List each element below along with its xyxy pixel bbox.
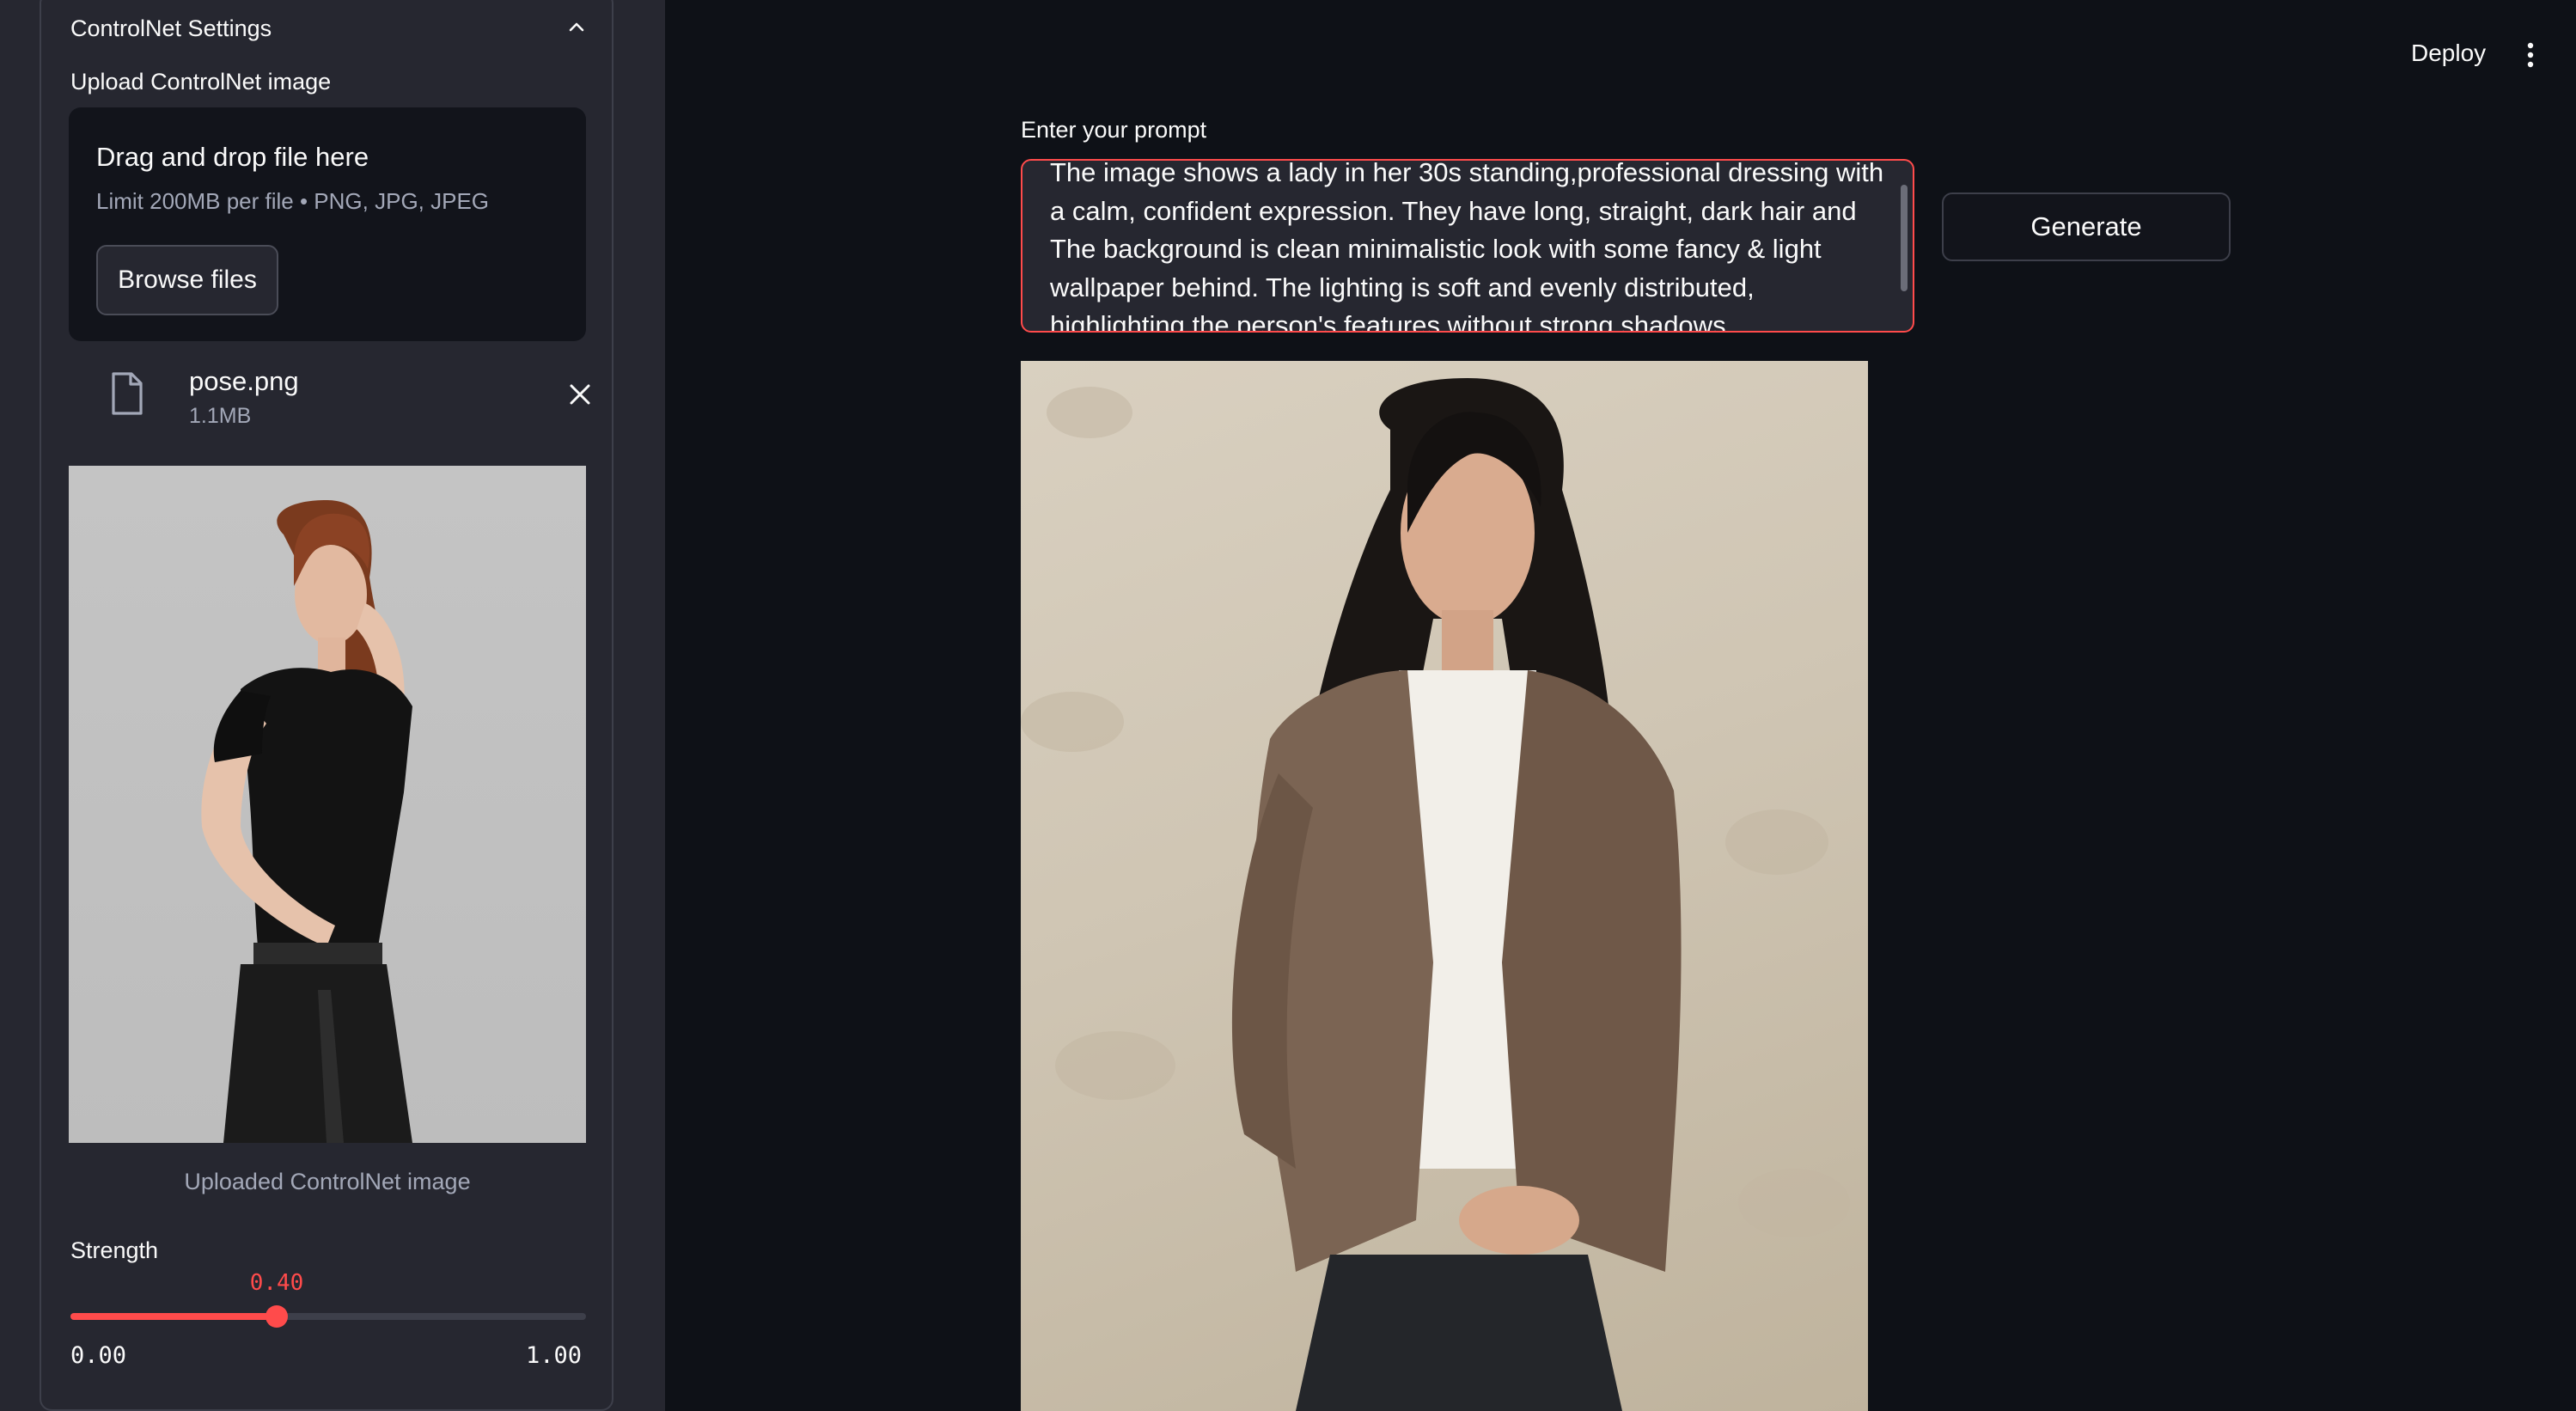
image-caption: Uploaded ControlNet image — [184, 1169, 471, 1194]
file-dropzone[interactable]: Drag and drop file here Limit 200MB per … — [69, 107, 586, 341]
pose-photo — [201, 500, 412, 1143]
slider-max: 1.00 — [526, 1342, 583, 1369]
generate-button[interactable]: Generate — [1942, 192, 2231, 261]
strength-slider[interactable] — [70, 1305, 586, 1328]
file-name: pose.png — [189, 366, 299, 396]
prompt-value[interactable]: The image shows a lady in her 30s standi… — [1050, 161, 1892, 331]
slider-min: 0.00 — [70, 1342, 127, 1369]
sidebar: ControlNet Settings Upload ControlNet im… — [0, 0, 665, 1411]
strength-label: Strength — [70, 1237, 159, 1263]
prompt-label: Enter your prompt — [1021, 117, 1207, 143]
prompt-textarea[interactable]: The image shows a lady in her 30s standi… — [1021, 159, 1914, 333]
controlnet-image-preview — [69, 466, 586, 1143]
dropzone-title: Drag and drop file here — [96, 142, 369, 172]
textarea-scrollbar[interactable] — [1901, 185, 1908, 291]
slider-value: 0.40 — [249, 1270, 304, 1296]
generated-image — [1021, 361, 1868, 1411]
upload-label: Upload ControlNet image — [70, 69, 332, 95]
file-size: 1.1MB — [189, 404, 252, 428]
slider-fill — [70, 1313, 277, 1320]
generated-photo — [1021, 378, 1850, 1411]
more-menu-icon[interactable] — [2521, 41, 2540, 69]
deploy-button[interactable]: Deploy — [2411, 40, 2486, 67]
chevron-up-icon[interactable] — [567, 17, 586, 36]
controlnet-settings-expander: ControlNet Settings Upload ControlNet im… — [40, 0, 613, 1411]
close-icon[interactable] — [567, 382, 593, 407]
dropzone-limit: Limit 200MB per file • PNG, JPG, JPEG — [96, 188, 490, 214]
slider-thumb[interactable] — [266, 1305, 288, 1328]
browse-files-button[interactable]: Browse files — [96, 245, 278, 315]
expander-title[interactable]: ControlNet Settings — [70, 15, 272, 42]
file-icon — [112, 372, 143, 415]
uploaded-file-row: pose.png 1.1MB — [69, 363, 590, 431]
